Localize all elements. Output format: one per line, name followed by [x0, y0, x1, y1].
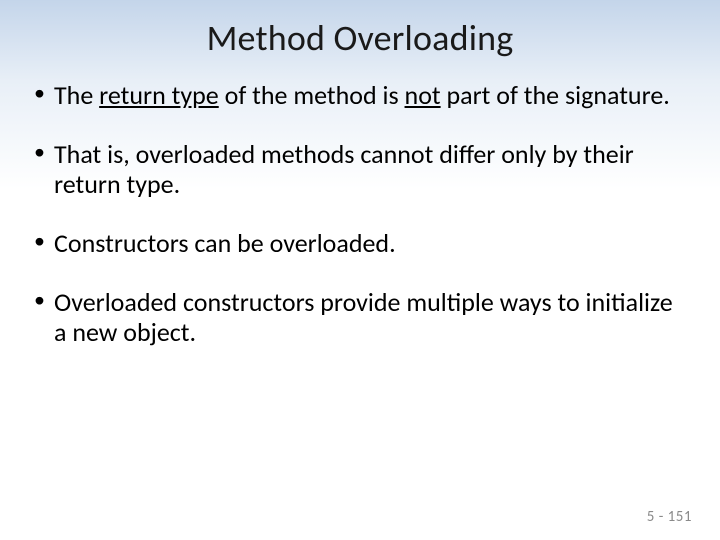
slide-title: Method Overloading — [0, 0, 720, 70]
slide-number: 5 - 151 — [647, 508, 692, 526]
underlined-text: return type — [99, 79, 219, 111]
list-item: Overloaded constructors provide multiple… — [30, 287, 690, 348]
list-item: The return type of the method is not par… — [30, 80, 690, 111]
underlined-text: not — [405, 79, 441, 111]
bullet-list: The return type of the method is not par… — [30, 80, 690, 348]
list-item: That is, overloaded methods cannot diffe… — [30, 139, 690, 200]
text-segment: The — [54, 79, 99, 111]
text-segment: part of the signature. — [441, 79, 670, 111]
text-segment: of the method is — [219, 79, 405, 111]
slide-body: The return type of the method is not par… — [0, 70, 720, 348]
list-item: Constructors can be overloaded. — [30, 228, 690, 259]
